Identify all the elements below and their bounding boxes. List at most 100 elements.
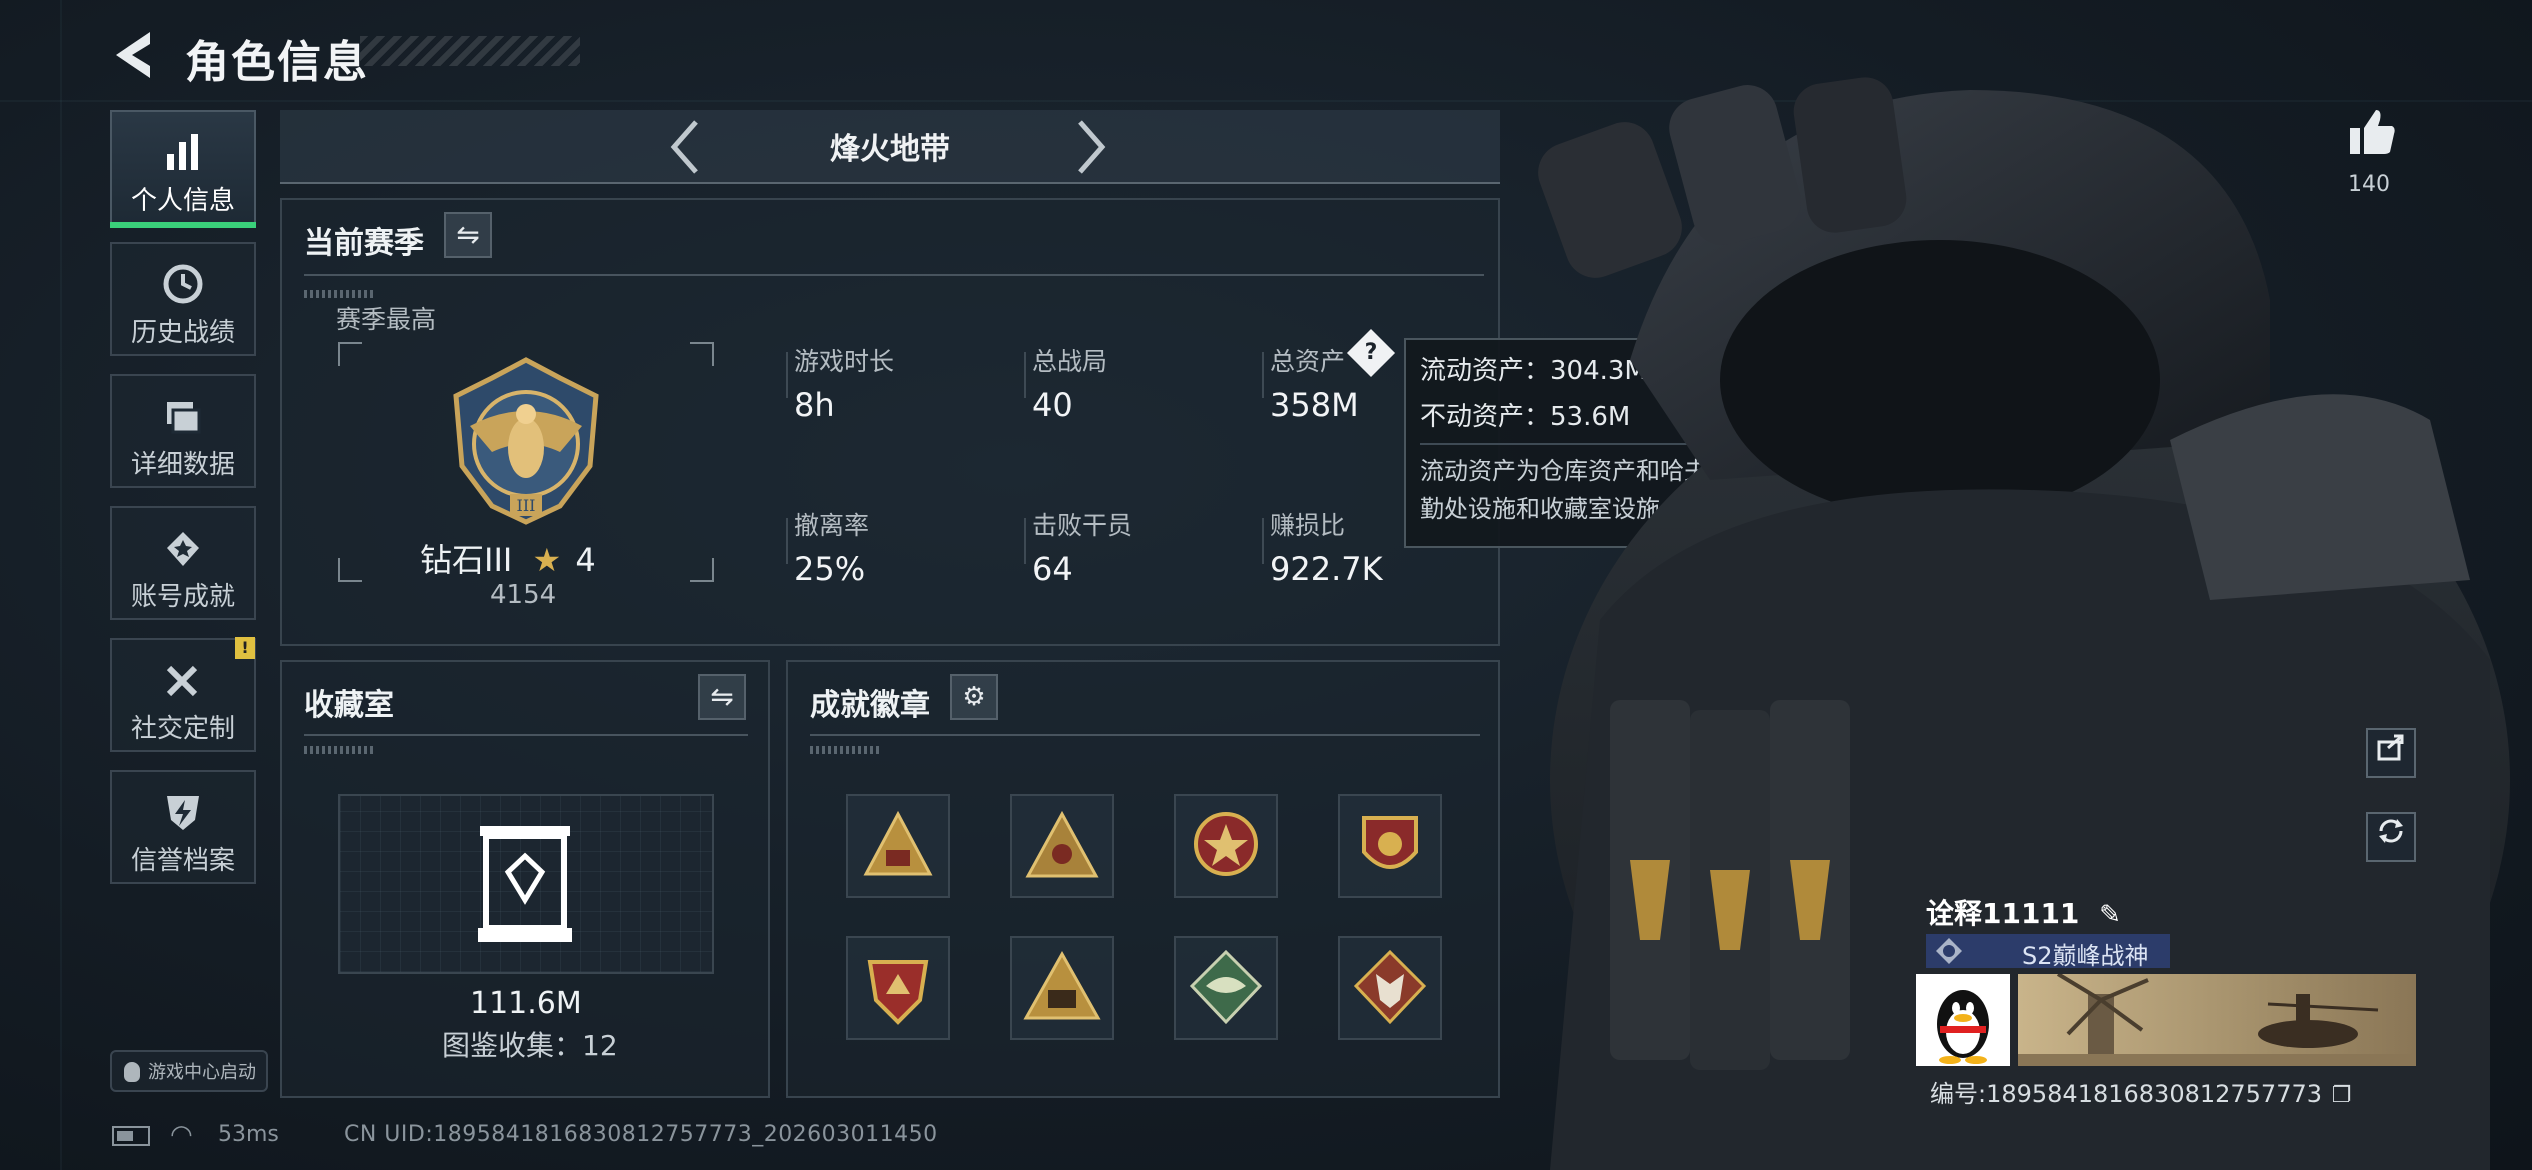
- wings-badge-icon: [1189, 949, 1263, 1025]
- serial-number: 编号:1895841816830812757773: [1930, 1080, 2323, 1108]
- serial-number-row: 编号:1895841816830812757773 ❐: [1930, 1074, 2351, 1109]
- profile-banner-image[interactable]: [2018, 974, 2416, 1066]
- badges-title: 成就徽章: [810, 688, 930, 723]
- pyramid-badge-icon: [1023, 950, 1101, 1020]
- bar-chart-icon: [167, 134, 198, 170]
- title-decoration: [360, 36, 580, 66]
- thumbs-up-icon[interactable]: [2346, 106, 2398, 158]
- player-title-badge: S2巅峰战神: [1926, 934, 2170, 970]
- decor-tag: [304, 746, 374, 754]
- prev-mode-arrow-icon[interactable]: [668, 118, 702, 176]
- asset-help-icon[interactable]: ?: [1346, 328, 1396, 378]
- collection-count: 图鉴收集：12: [442, 1029, 618, 1062]
- rank-stars: 4: [575, 541, 596, 579]
- star-medal-badge-icon: [1194, 812, 1258, 876]
- edit-icon[interactable]: ✎: [2099, 900, 2121, 930]
- achievement-badge[interactable]: [1338, 794, 1442, 898]
- sidebar-item-label: 历史战绩: [130, 318, 235, 348]
- rank-name-row: 钻石III ★ 4: [420, 535, 596, 581]
- achievement-badge[interactable]: [1010, 794, 1114, 898]
- mode-name: 烽火地带: [830, 132, 950, 167]
- decor-tag: [304, 290, 374, 298]
- season-switch-button[interactable]: ⇋: [444, 212, 492, 258]
- divider: [304, 734, 748, 736]
- achievement-badge[interactable]: [846, 936, 950, 1040]
- sidebar-item-details[interactable]: 详细数据: [110, 374, 256, 488]
- share-icon: [2377, 734, 2404, 761]
- achievement-badge[interactable]: [1174, 936, 1278, 1040]
- sidebar-item-credit[interactable]: 信誉档案: [110, 770, 256, 884]
- achievement-badge[interactable]: [1010, 936, 1114, 1040]
- wolf-badge-icon: [1353, 949, 1427, 1025]
- collection-value: 111.6M: [470, 986, 582, 1021]
- triangle-badge-icon: [863, 810, 933, 876]
- page-title: 角色信息: [185, 37, 369, 88]
- collection-title: 收藏室: [304, 688, 394, 723]
- player-name: 诠释11111: [1926, 897, 2080, 930]
- decor-tag: [810, 746, 880, 754]
- wifi-icon: ◠: [170, 1120, 193, 1150]
- history-icon: [163, 264, 203, 304]
- game-center-label: 游戏中心启动: [148, 1062, 256, 1083]
- vault-display-icon: [478, 826, 572, 942]
- diamond-rank-emblem-icon: III: [453, 357, 599, 525]
- stat-label: 总战局: [1032, 347, 1108, 376]
- badge-settings-button[interactable]: ⚙: [950, 674, 998, 720]
- divider: [304, 274, 1484, 276]
- stat-value: 64: [1032, 550, 1073, 588]
- refresh-button[interactable]: [2366, 812, 2416, 862]
- sidebar-item-label: 个人信息: [130, 186, 235, 216]
- qq-penguin-icon: [1937, 990, 1989, 1064]
- stat-label: 击败干员: [1032, 511, 1133, 540]
- sidebar-item-label: 社交定制: [130, 714, 235, 744]
- avatar[interactable]: [1916, 974, 2010, 1066]
- stat-value: 922.7K: [1270, 550, 1383, 588]
- game-center-launch-button[interactable]: 游戏中心启动: [110, 1050, 268, 1092]
- rank-name: 钻石III: [420, 541, 513, 579]
- achievement-icon: [167, 532, 199, 566]
- sidebar-item-personal-info[interactable]: 个人信息: [110, 110, 256, 224]
- peak-emblem-icon: [1936, 938, 1962, 964]
- qq-icon: [124, 1062, 140, 1082]
- sidebar-item-history[interactable]: 历史战绩: [110, 242, 256, 356]
- season-best-label: 赛季最高: [336, 305, 437, 334]
- player-title: S2巅峰战神: [2022, 942, 2149, 970]
- stat-label: 赚损比: [1270, 511, 1346, 540]
- battery-icon: [112, 1126, 150, 1146]
- folder-icon: [167, 402, 201, 434]
- stat-value: 25%: [794, 550, 866, 588]
- tools-icon: [166, 665, 198, 697]
- crest-badge-icon: [867, 960, 929, 1025]
- season-title: 当前赛季: [304, 226, 424, 261]
- achievement-badge[interactable]: [1174, 794, 1278, 898]
- uid-text: CN UID:1895841816830812757773_2026030114…: [344, 1122, 938, 1147]
- rank-score: 4154: [490, 580, 557, 610]
- active-indicator: [110, 222, 256, 228]
- stat-value: 8h: [794, 386, 835, 424]
- star-icon: ★: [532, 541, 562, 579]
- achievement-badge[interactable]: [846, 794, 950, 898]
- sidebar-item-label: 账号成就: [130, 582, 235, 612]
- shield-badge-icon: [1362, 816, 1418, 869]
- credit-icon: [167, 796, 199, 830]
- stat-label: 总资产: [1270, 347, 1346, 376]
- svg-text:III: III: [517, 496, 536, 515]
- eye-triangle-badge-icon: [1025, 810, 1099, 878]
- like-count: 140: [2348, 172, 2390, 197]
- player-name-row: 诠释11111 ✎: [1926, 892, 2121, 932]
- divider: [810, 734, 1480, 736]
- ping-value: 53ms: [218, 1122, 279, 1147]
- decor-line: [60, 0, 62, 1170]
- back-arrow-icon[interactable]: [110, 30, 160, 80]
- copy-icon[interactable]: ❐: [2332, 1083, 2352, 1108]
- next-mode-arrow-icon[interactable]: [1074, 118, 1108, 176]
- notification-badge: !: [235, 637, 255, 659]
- stat-label: 撤离率: [794, 511, 870, 540]
- stat-value: 40: [1032, 386, 1073, 424]
- stat-label: 游戏时长: [794, 347, 895, 376]
- achievement-badge[interactable]: [1338, 936, 1442, 1040]
- sidebar-item-achievements[interactable]: 账号成就: [110, 506, 256, 620]
- sidebar-item-label: 详细数据: [130, 450, 235, 480]
- share-button[interactable]: [2366, 728, 2416, 778]
- collection-switch-button[interactable]: ⇋: [698, 674, 746, 720]
